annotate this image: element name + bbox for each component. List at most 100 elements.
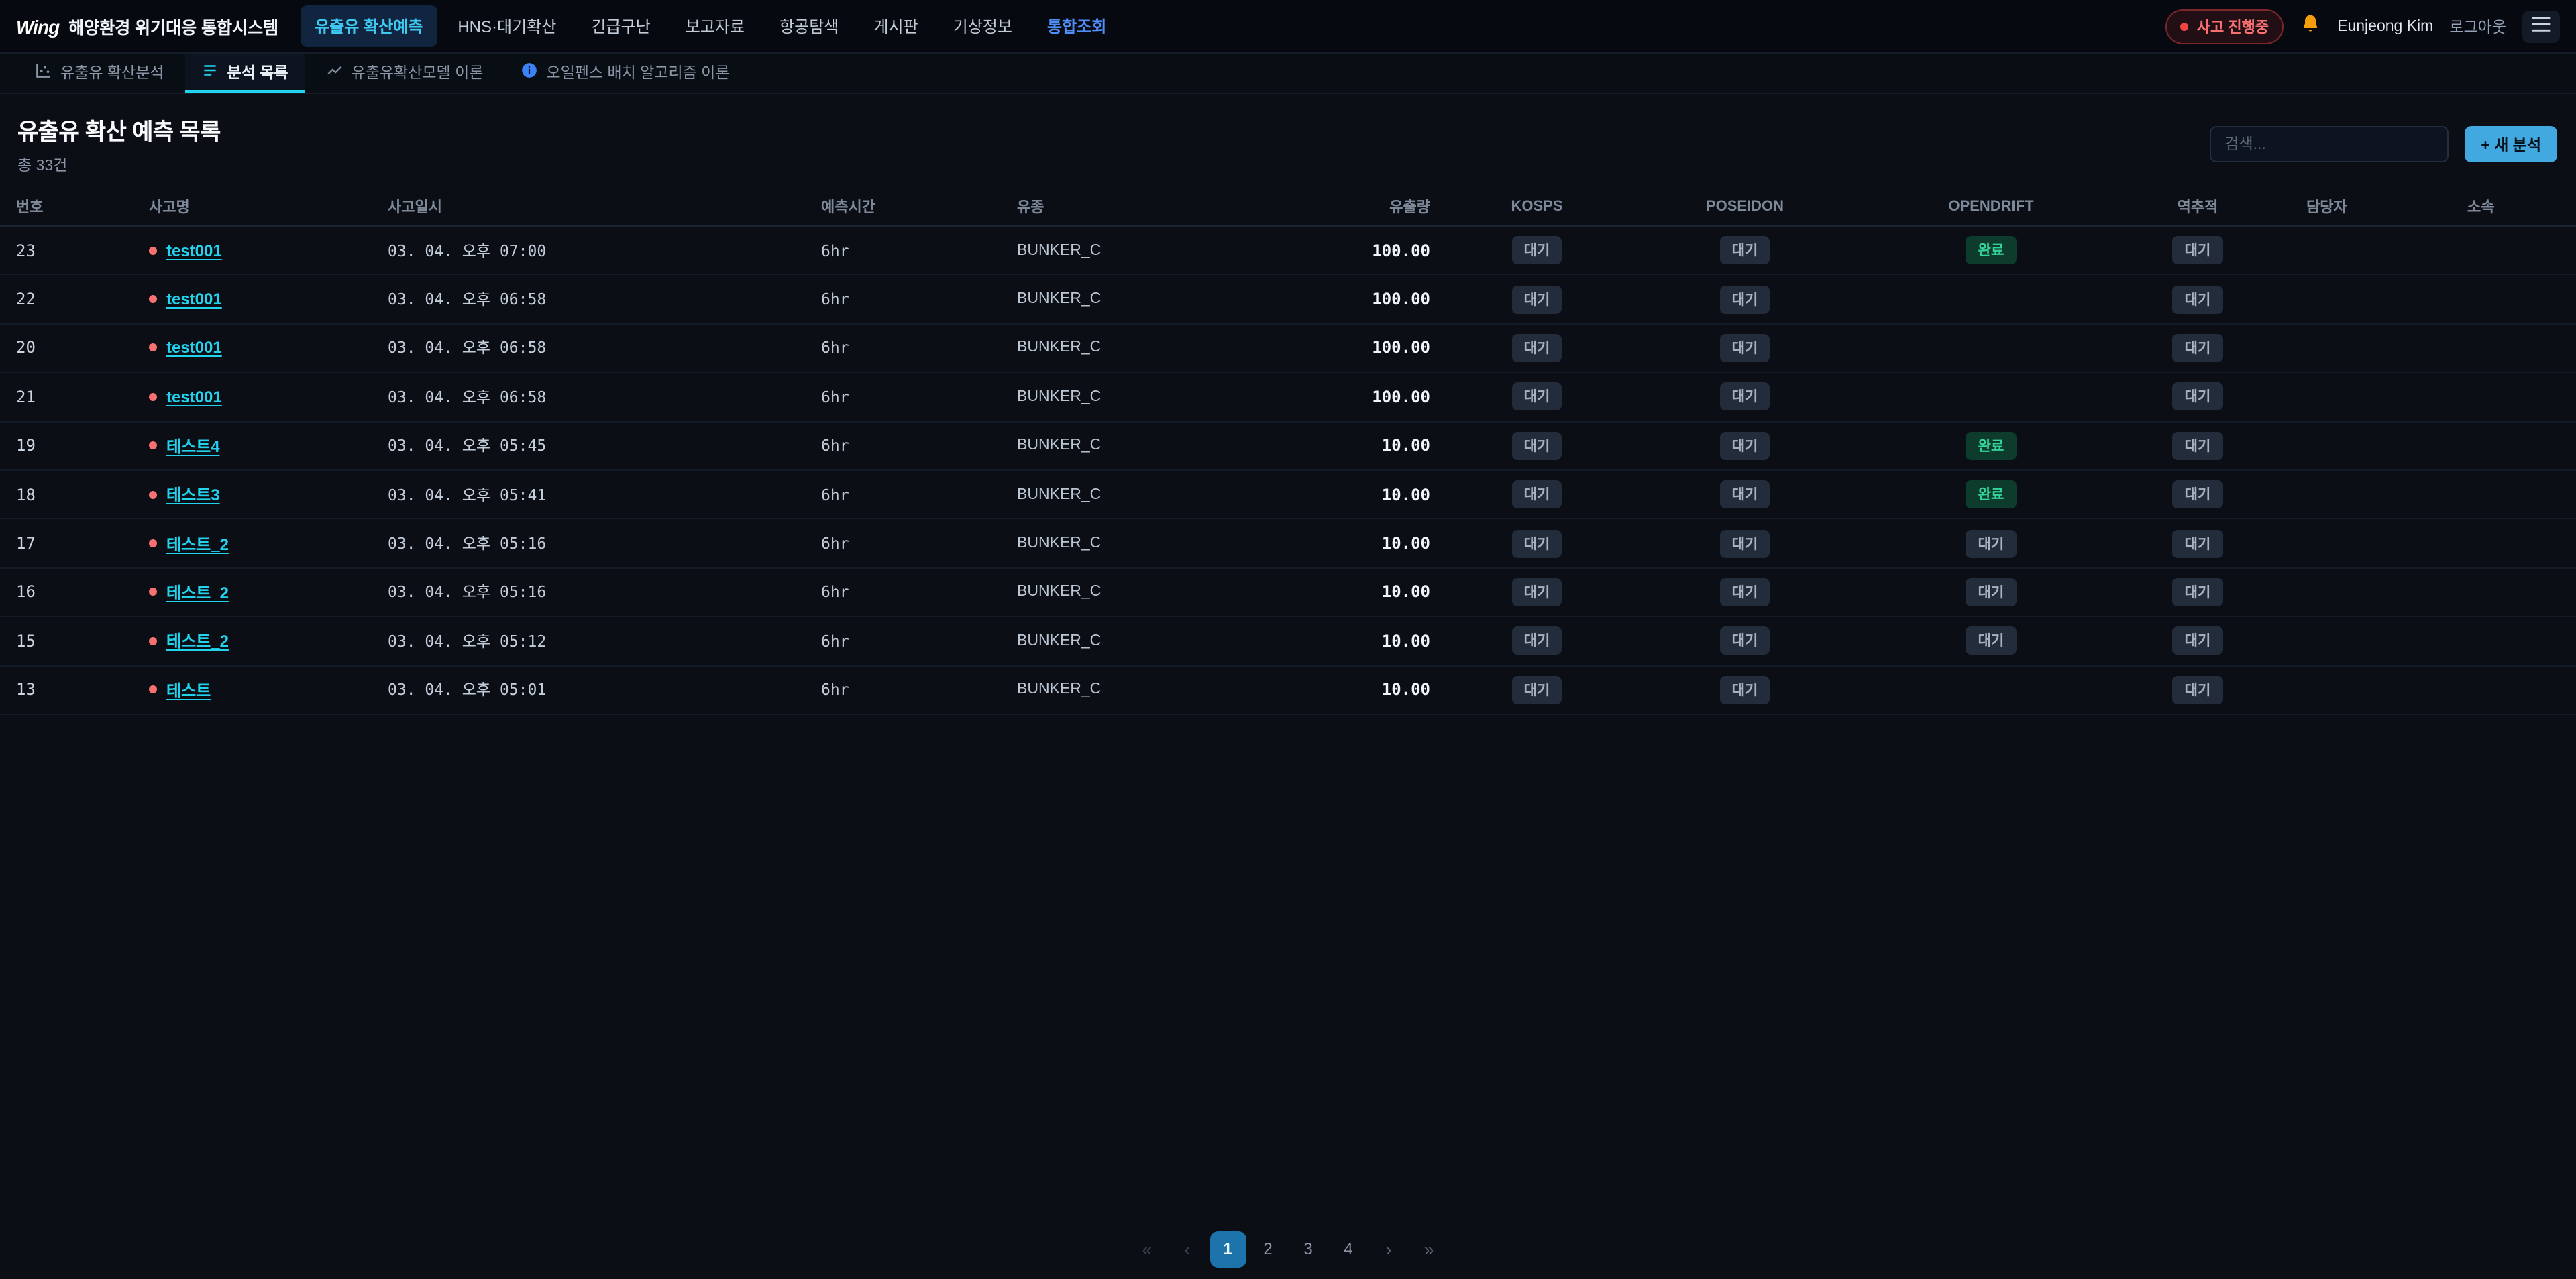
col-header-kosps: KOSPS <box>1433 198 1641 214</box>
page-button-3[interactable]: 3 <box>1290 1231 1326 1267</box>
table-row[interactable]: 21 test001 03. 04. 오후 06:58 6hr BUNKER_C… <box>0 373 2576 422</box>
kosps-status-cell: 대기 <box>1433 334 1641 362</box>
incident-name-link[interactable]: 테스트4 <box>166 435 220 457</box>
tab-oil-fence-algorithm-theory[interactable]: 오일펜스 배치 알고리즘 이론 <box>504 54 745 93</box>
table-body: 23 test001 03. 04. 오후 07:00 6hr BUNKER_C… <box>0 227 2576 715</box>
incident-name-cell: 테스트_2 <box>133 581 372 604</box>
status-badge-wait: 대기 <box>1720 383 1770 411</box>
prev-page-button[interactable]: ‹ <box>1169 1231 1205 1267</box>
page-button-4[interactable]: 4 <box>1330 1231 1366 1267</box>
table-row[interactable]: 23 test001 03. 04. 오후 07:00 6hr BUNKER_C… <box>0 227 2576 276</box>
page-button-2[interactable]: 2 <box>1250 1231 1286 1267</box>
status-badge-wait: 대기 <box>1966 627 2017 655</box>
app: Wing 해양환경 위기대응 통합시스템 유출유 확산예측 HNS·대기확산 긴… <box>0 0 2576 1279</box>
incident-name-link[interactable]: test001 <box>166 339 222 357</box>
kosps-status-cell: 대기 <box>1433 627 1641 655</box>
nav-item-integrated-search[interactable]: 통합조회 <box>1032 5 1121 47</box>
table-row[interactable]: 19 테스트4 03. 04. 오후 05:45 6hr BUNKER_C 10… <box>0 422 2576 471</box>
nav-item-hns-air-diffusion[interactable]: HNS·대기확산 <box>443 5 571 47</box>
incident-name-link[interactable]: 테스트 <box>166 678 211 701</box>
menu-button[interactable] <box>2522 10 2560 42</box>
oil-type: BUNKER_C <box>1001 340 1245 356</box>
incident-name-link[interactable]: 테스트_2 <box>166 532 229 555</box>
search-input[interactable] <box>2210 126 2449 162</box>
oil-type: BUNKER_C <box>1001 535 1245 551</box>
incident-name-link[interactable]: 테스트3 <box>166 483 220 506</box>
page-button-1[interactable]: 1 <box>1210 1231 1246 1267</box>
first-page-button[interactable]: « <box>1129 1231 1165 1267</box>
table-row[interactable]: 16 테스트_2 03. 04. 오후 05:16 6hr BUNKER_C 1… <box>0 568 2576 617</box>
user-name: Eunjeong Kim <box>2337 18 2433 34</box>
new-analysis-button[interactable]: + 새 분석 <box>2465 126 2557 162</box>
incident-dot-icon <box>149 442 157 450</box>
table-row[interactable]: 15 테스트_2 03. 04. 오후 05:12 6hr BUNKER_C 1… <box>0 617 2576 666</box>
status-badge-wait: 대기 <box>1720 578 1770 606</box>
col-header-poseidon: POSEIDON <box>1641 198 1849 214</box>
row-number: 17 <box>0 534 133 553</box>
kosps-status-cell: 대기 <box>1433 675 1641 704</box>
brand[interactable]: Wing 해양환경 위기대응 통합시스템 <box>16 13 278 39</box>
status-badge-wait: 대기 <box>1512 529 1562 557</box>
incident-name-cell: 테스트_2 <box>133 532 372 555</box>
opendrift-status-cell: 완료 <box>1849 432 2133 460</box>
forecast-duration: 6hr <box>805 680 1001 699</box>
incident-name-link[interactable]: 테스트_2 <box>166 581 229 604</box>
backtrack-status-cell: 대기 <box>2133 334 2262 362</box>
incident-dot-icon <box>149 588 157 596</box>
spill-amount: 10.00 <box>1245 632 1433 651</box>
oil-type: BUNKER_C <box>1001 633 1245 649</box>
table-row[interactable]: 17 테스트_2 03. 04. 오후 05:16 6hr BUNKER_C 1… <box>0 520 2576 569</box>
poseidon-status-cell: 대기 <box>1641 432 1849 460</box>
incident-datetime: 03. 04. 오후 05:16 <box>372 581 805 603</box>
page-numbers: 1234 <box>1210 1231 1366 1267</box>
table-row[interactable]: 20 test001 03. 04. 오후 06:58 6hr BUNKER_C… <box>0 325 2576 374</box>
nav-item-emergency-rescue[interactable]: 긴급구난 <box>576 5 665 47</box>
incident-datetime: 03. 04. 오후 06:58 <box>372 337 805 359</box>
incident-name-link[interactable]: test001 <box>166 241 222 260</box>
incident-datetime: 03. 04. 오후 05:45 <box>372 435 805 457</box>
page-title: 유출유 확산 예측 목록 <box>17 113 221 146</box>
backtrack-status-cell: 대기 <box>2133 578 2262 606</box>
logout-button[interactable]: 로그아웃 <box>2449 15 2506 37</box>
incident-datetime: 03. 04. 오후 07:00 <box>372 239 805 261</box>
nav-item-weather-info[interactable]: 기상정보 <box>938 5 1027 47</box>
status-badge-wait: 대기 <box>1512 383 1562 411</box>
incident-name-cell: test001 <box>133 290 372 309</box>
status-badge-wait: 대기 <box>2173 383 2223 411</box>
table-row[interactable]: 22 test001 03. 04. 오후 06:58 6hr BUNKER_C… <box>0 276 2576 325</box>
incident-dot-icon <box>149 637 157 645</box>
prediction-table: 번호 사고명 사고일시 예측시간 유종 유출량 KOSPS POSEIDON O… <box>0 186 2576 715</box>
oil-type: BUNKER_C <box>1001 486 1245 502</box>
tab-analysis-list[interactable]: 분석 목록 <box>186 54 305 93</box>
col-header-datetime: 사고일시 <box>372 195 805 217</box>
incident-name-link[interactable]: 테스트_2 <box>166 630 229 653</box>
incident-status-badge[interactable]: 사고 진행중 <box>2166 9 2284 44</box>
incident-name-link[interactable]: test001 <box>166 388 222 406</box>
opendrift-status-cell: 대기 <box>1849 529 2133 557</box>
status-badge-wait: 대기 <box>1512 285 1562 313</box>
top-navbar: Wing 해양환경 위기대응 통합시스템 유출유 확산예측 HNS·대기확산 긴… <box>0 0 2576 54</box>
incident-name-link[interactable]: test001 <box>166 290 222 309</box>
table-row[interactable]: 18 테스트3 03. 04. 오후 05:41 6hr BUNKER_C 10… <box>0 471 2576 520</box>
spill-amount: 10.00 <box>1245 534 1433 553</box>
next-page-button[interactable]: › <box>1371 1231 1407 1267</box>
tab-oil-spill-analysis[interactable]: 유출유 확산분석 <box>19 54 180 93</box>
notification-bell-button[interactable] <box>2300 13 2321 39</box>
spill-amount: 10.00 <box>1245 680 1433 699</box>
nav-item-board[interactable]: 게시판 <box>859 5 932 47</box>
nav-item-oil-spill-prediction[interactable]: 유출유 확산예측 <box>300 5 437 47</box>
last-page-button[interactable]: » <box>1411 1231 1447 1267</box>
table-row[interactable]: 13 테스트 03. 04. 오후 05:01 6hr BUNKER_C 10.… <box>0 666 2576 715</box>
kosps-status-cell: 대기 <box>1433 432 1641 460</box>
incident-datetime: 03. 04. 오후 06:58 <box>372 386 805 408</box>
tab-diffusion-model-theory[interactable]: 유출유확산모델 이론 <box>310 54 500 93</box>
status-badge-wait: 대기 <box>1966 578 2017 606</box>
status-badge-wait: 대기 <box>2173 578 2223 606</box>
tab-label: 오일펜스 배치 알고리즘 이론 <box>546 61 729 82</box>
forecast-duration: 6hr <box>805 632 1001 651</box>
status-badge-wait: 대기 <box>1512 432 1562 460</box>
nav-item-reports[interactable]: 보고자료 <box>671 5 759 47</box>
nav-item-aerial-search[interactable]: 항공탐색 <box>765 5 853 47</box>
backtrack-status-cell: 대기 <box>2133 529 2262 557</box>
incident-datetime: 03. 04. 오후 05:12 <box>372 630 805 652</box>
